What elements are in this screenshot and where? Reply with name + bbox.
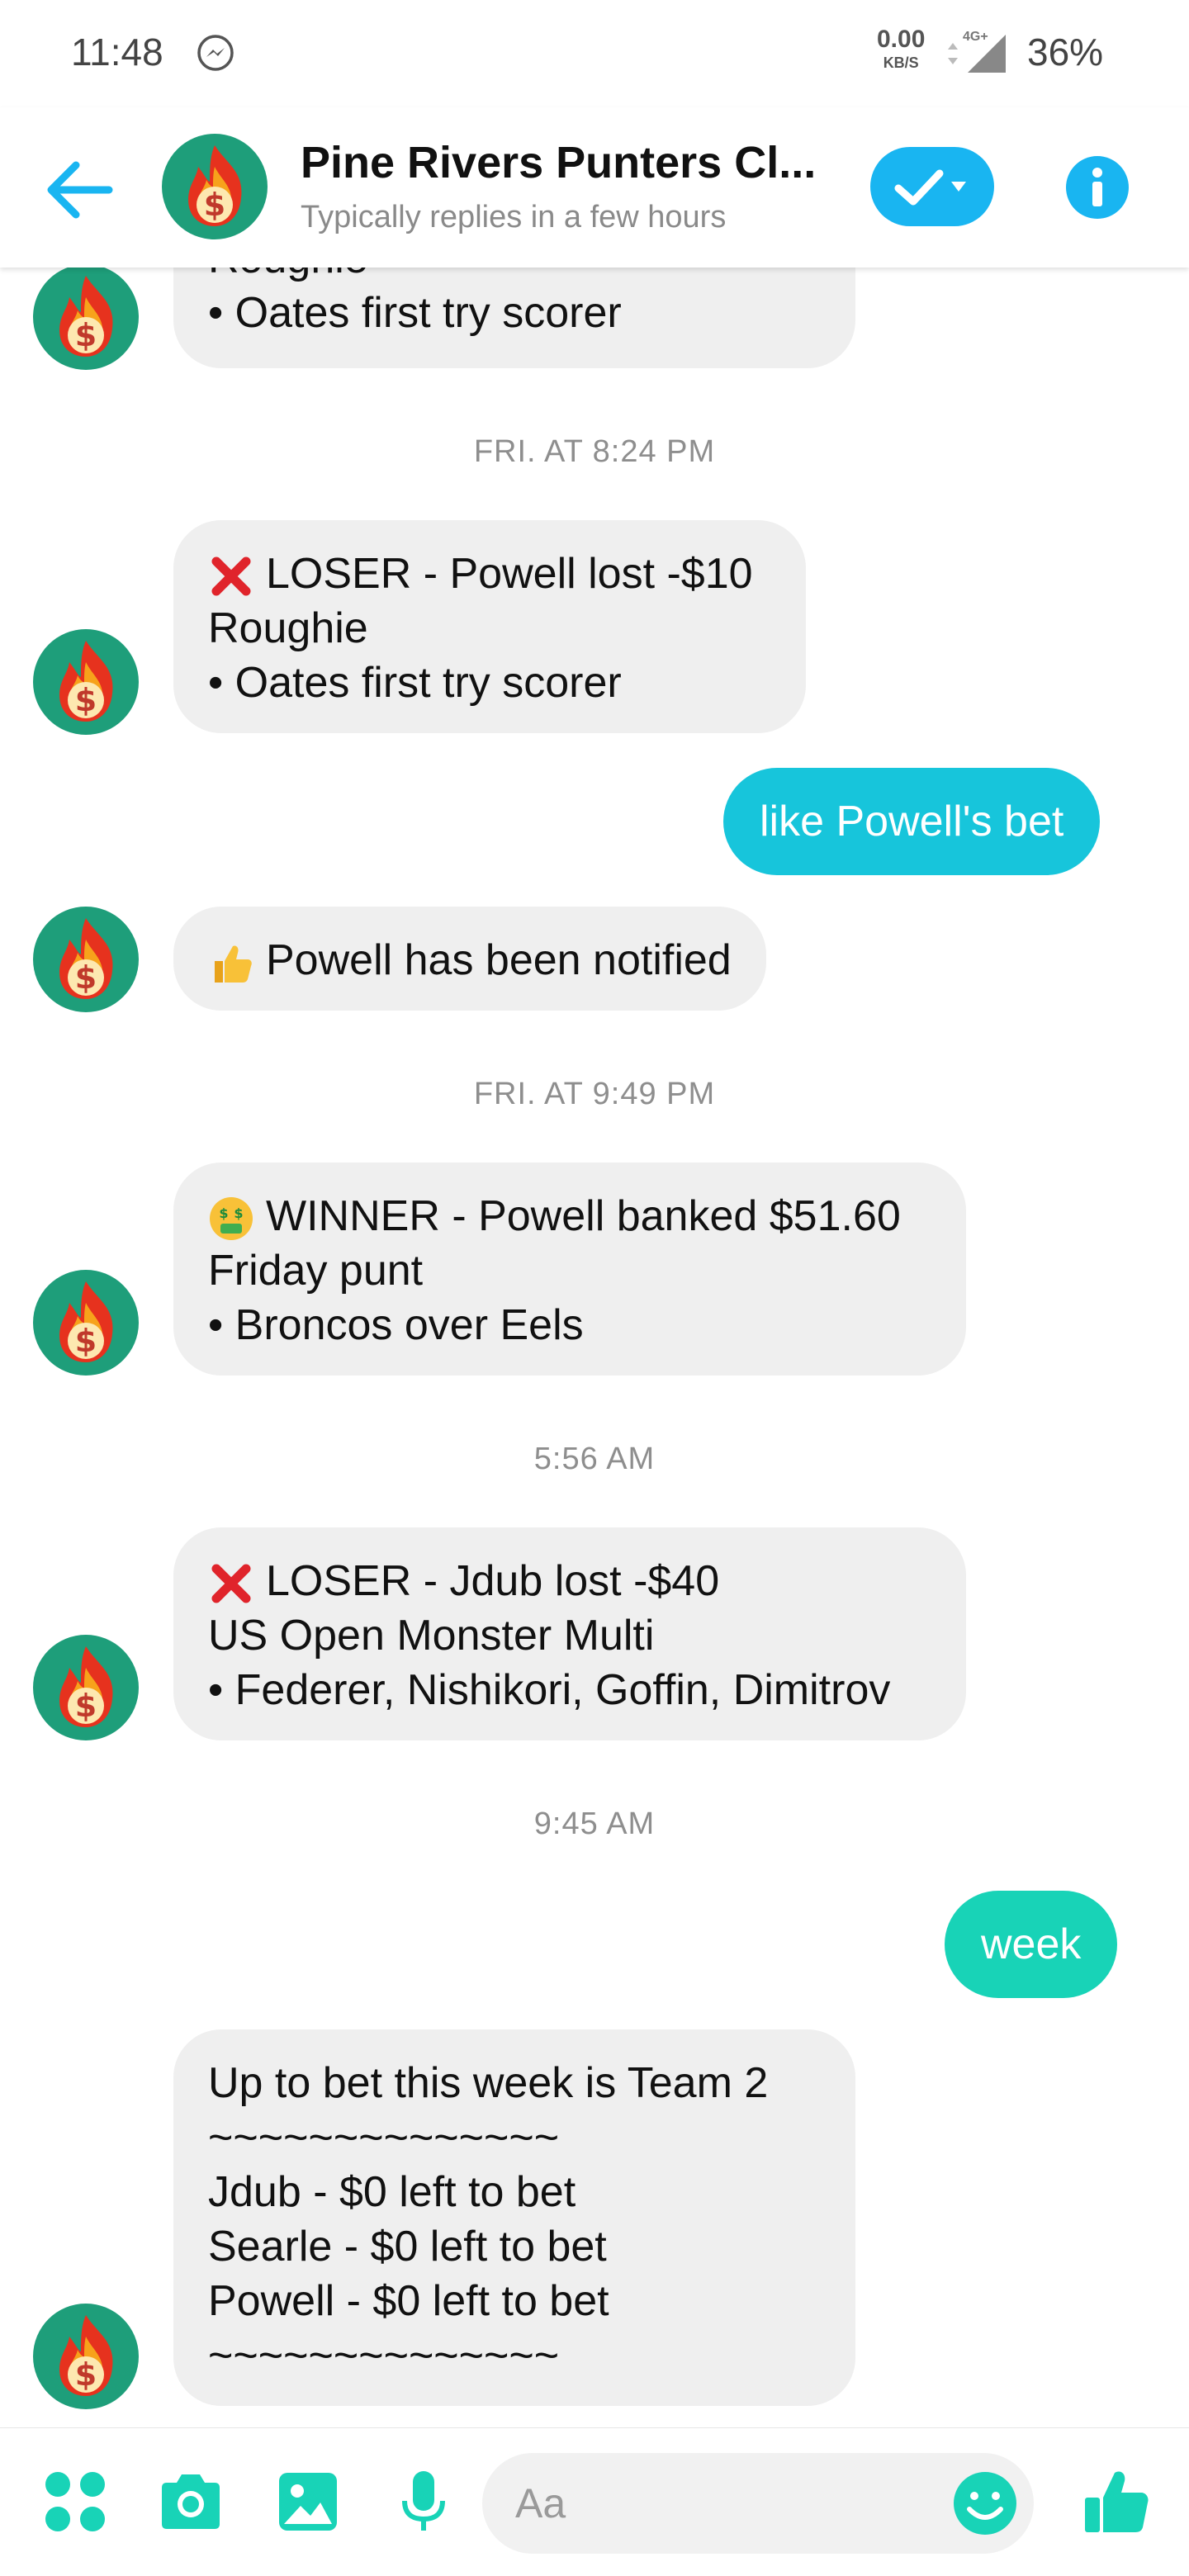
timestamp: 9:45 AM [533, 1807, 656, 1841]
outgoing-message[interactable]: week [945, 1891, 1118, 1998]
cross-mark-icon [211, 1564, 251, 1603]
follow-check-button[interactable] [870, 147, 994, 226]
svg-text:$: $ [219, 1205, 228, 1221]
sender-avatar[interactable] [33, 629, 139, 735]
message-line: Jdub - $0 left to bet [208, 2168, 576, 2216]
message-input[interactable]: Aa [482, 2453, 1034, 2554]
network-type: 4G+ [963, 30, 988, 44]
like-thumb-icon[interactable] [1080, 2466, 1151, 2537]
incoming-message[interactable]: $ $ WINNER - Powell banked $51.60 Friday… [173, 1163, 966, 1376]
svg-text:$: $ [234, 1205, 243, 1221]
incoming-message[interactable]: LOSER - Jdub lost -$40 US Open Monster M… [173, 1527, 966, 1740]
message-text: like Powell's bet [760, 798, 1064, 845]
message-line: • Oates first try scorer [208, 289, 622, 337]
back-arrow-icon[interactable] [43, 157, 117, 223]
sender-avatar[interactable] [33, 1635, 139, 1740]
money-mouth-face-icon: $ $ [210, 1197, 253, 1241]
response-time-subtitle: Typically replies in a few hours [301, 200, 727, 234]
info-icon[interactable] [1065, 155, 1130, 220]
battery-level: 36% [1027, 31, 1104, 73]
camera-icon[interactable] [155, 2466, 226, 2537]
message-line: Up to bet this week is Team 2 [208, 2059, 769, 2107]
sender-avatar[interactable] [33, 264, 139, 370]
sender-avatar[interactable] [33, 1270, 139, 1376]
message-line: • Federer, Nishikori, Goffin, Dimitrov [208, 1666, 891, 1714]
emoji-icon[interactable] [950, 2468, 1021, 2539]
checkmark-dropdown-icon [894, 169, 966, 206]
gallery-icon[interactable] [272, 2466, 343, 2537]
network-speed: 0.00 KB/S [877, 26, 926, 74]
message-line: WINNER - Powell banked $51.60 [266, 1192, 901, 1240]
message-line: LOSER - Jdub lost -$40 [266, 1557, 720, 1605]
timestamp: 5:56 AM [533, 1442, 656, 1476]
clock: 11:48 [71, 31, 163, 73]
message-line: • Oates first try scorer [208, 659, 622, 707]
data-arrows-icon [948, 43, 958, 64]
message-line: Searle - $0 left to bet [208, 2223, 607, 2271]
page-avatar[interactable] [162, 134, 268, 239]
timestamp: FRI. AT 9:49 PM [473, 1077, 716, 1111]
net-speed-value: 0.00 [877, 26, 926, 53]
outgoing-message[interactable]: like Powell's bet [723, 768, 1101, 875]
message-line: • Broncos over Eels [208, 1301, 584, 1349]
conversation-header: Pine Rivers Punters Cl... Typically repl… [0, 107, 1189, 268]
sender-avatar[interactable] [33, 907, 139, 1012]
conversation-title[interactable]: Pine Rivers Punters Cl... [301, 137, 816, 188]
incoming-message[interactable]: Powell has been notified [173, 907, 766, 1011]
message-line: Friday punt [208, 1247, 424, 1295]
messenger-notification-icon [197, 35, 234, 71]
incoming-message[interactable]: Up to bet this week is Team 2 ~~~~~~~~~~… [173, 2029, 855, 2406]
thumbs-up-icon [215, 945, 252, 983]
message-line: LOSER - Powell lost -$10 [266, 550, 753, 598]
message-text: week [981, 1920, 1082, 1968]
message-line: Powell has been notified [266, 936, 732, 984]
message-line: US Open Monster Multi [208, 1612, 655, 1660]
message-line: Powell - $0 left to bet [208, 2277, 609, 2325]
cross-mark-icon [211, 556, 251, 596]
message-line: ~~~~~~~~~~~~~~ [208, 2114, 560, 2162]
more-apps-icon[interactable] [40, 2466, 111, 2537]
timestamp: FRI. AT 8:24 PM [473, 434, 716, 469]
message-line: Roughie [208, 604, 368, 652]
message-line: ~~~~~~~~~~~~~~ [208, 2332, 560, 2379]
sender-avatar[interactable] [33, 2304, 139, 2409]
net-speed-unit: KB/S [883, 54, 919, 71]
microphone-icon[interactable] [388, 2466, 459, 2537]
message-composer: Aa [0, 2427, 1189, 2576]
message-input-placeholder: Aa [515, 2480, 566, 2526]
incoming-message[interactable]: LOSER - Powell lost -$10 Roughie • Oates… [173, 520, 806, 733]
status-bar: 11:48 0.00 KB/S 4G+ 36% [0, 0, 1189, 107]
